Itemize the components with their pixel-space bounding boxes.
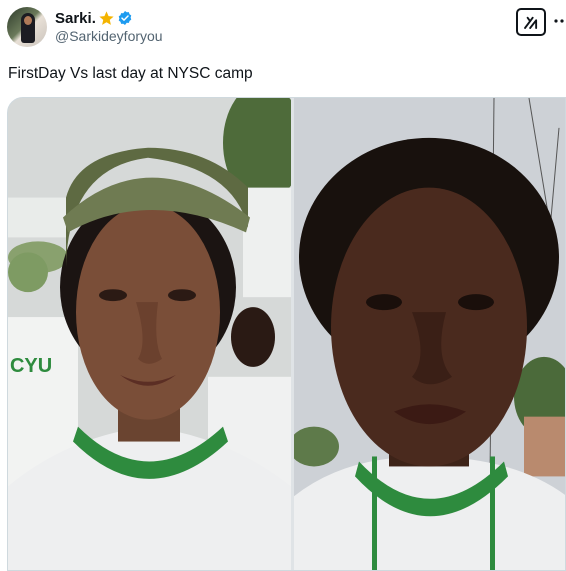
first-day-selfie-photo-icon: CYU [8,98,291,570]
tweet-text: FirstDay Vs last day at NYSC camp [8,65,253,82]
author-name-row[interactable]: Sarki. [55,8,133,28]
author-display-name[interactable]: Sarki. [55,10,96,27]
last-day-photo[interactable] [294,98,565,570]
last-day-selfie-photo-icon [294,98,565,570]
author-handle[interactable]: @Sarkideyforyou [55,28,163,44]
tweet-header: Sarki. @Sarkideyforyou [0,0,566,56]
shirt-print-text: CYU [10,355,52,377]
grok-icon[interactable] [516,8,546,36]
tweet-media[interactable]: CYU [7,97,566,571]
first-day-photo[interactable]: CYU [8,98,291,570]
avatar[interactable] [7,7,47,47]
more-options-icon[interactable] [554,18,566,24]
star-icon [99,10,114,25]
avatar-face [24,16,32,25]
verified-badge-icon [118,11,132,25]
